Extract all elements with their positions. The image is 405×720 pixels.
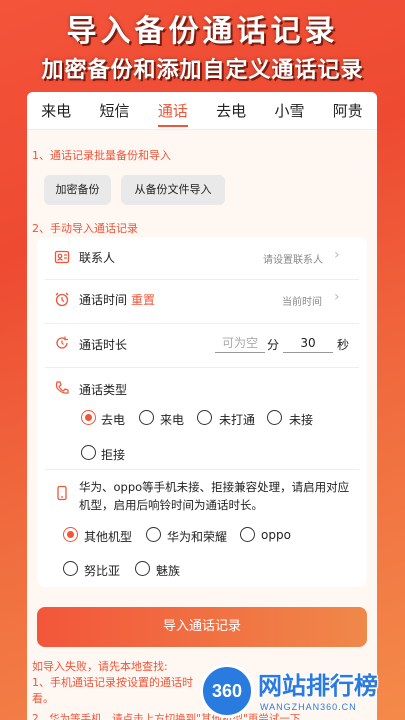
compat-note: 华为、oppo等手机未接、拒接兼容处理，请启用对应机型，启用后响铃时间为通话时长… — [79, 480, 350, 512]
tab-incoming[interactable]: 来电 — [27, 92, 85, 129]
tab-calls[interactable]: 通话 — [144, 92, 202, 129]
note-line-1: 1、手机通话记录按设置的通话时 — [32, 676, 193, 689]
tab-bar: 来电 短信 通话 去电 小雪 阿贵 — [27, 92, 377, 130]
watermark-badge: 360 — [200, 664, 254, 718]
site-watermark: 360 网站排行榜 WANGZHAN360.CN — [200, 660, 405, 720]
contact-hint: 请设置联系人 — [263, 255, 323, 266]
radio-model-oppo-label: oppo — [261, 528, 291, 542]
radio-model-other[interactable] — [63, 527, 78, 542]
contact-card-icon — [54, 250, 70, 264]
phone-icon — [55, 381, 69, 394]
radio-model-huawei-label: 华为和荣耀 — [167, 530, 228, 544]
divider — [45, 367, 359, 368]
radio-incoming[interactable] — [139, 410, 154, 425]
contact-label: 联系人 — [79, 251, 116, 265]
seconds-unit: 秒 — [337, 338, 350, 352]
alarm-clock-icon — [55, 292, 69, 307]
main-card: 来电 短信 通话 去电 小雪 阿贵 1、通话记录批量备份和导入 加密备份 从备份… — [27, 92, 377, 720]
call-time-row[interactable]: 通话时间 重置 当前时间 › — [37, 280, 367, 320]
tab-agui[interactable]: 阿贵 — [319, 92, 377, 129]
contact-chevron-right-icon: › — [334, 247, 340, 263]
time-reset-link[interactable]: 重置 — [131, 291, 155, 308]
section2-title: 2、手动导入通话记录 — [32, 222, 138, 235]
tab-xiaoxue[interactable]: 小雪 — [260, 92, 318, 129]
import-from-file-button[interactable]: 从备份文件导入 — [121, 175, 225, 205]
radio-model-meizu-label: 魅族 — [156, 564, 181, 578]
mobile-phone-icon — [57, 485, 67, 501]
manual-import-panel: 联系人 请设置联系人 › 通话时间 重置 当前时间 › 通话时长 可为空 分 3… — [37, 237, 367, 587]
import-calls-button[interactable]: 导入通话记录 — [37, 607, 367, 647]
radio-outgoing[interactable] — [81, 410, 96, 425]
watermark-url: WANGZHAN360.CN — [260, 702, 357, 712]
duration-row: 通话时长 可为空 分 30 秒 — [37, 324, 367, 364]
minutes-input[interactable]: 可为空 — [215, 333, 265, 353]
radio-model-nubia[interactable] — [63, 561, 78, 576]
tab-outgoing[interactable]: 去电 — [202, 92, 260, 129]
radio-model-oppo[interactable] — [240, 527, 255, 542]
call-type-label: 通话类型 — [79, 383, 128, 397]
radio-model-nubia-label: 努比亚 — [84, 564, 121, 578]
watermark-name: 网站排行榜 — [258, 672, 378, 700]
encrypt-backup-button[interactable]: 加密备份 — [44, 175, 111, 205]
time-hint: 当前时间 — [282, 297, 322, 308]
time-chevron-right-icon: › — [334, 289, 340, 305]
seconds-input[interactable]: 30 — [283, 333, 333, 353]
radio-missed[interactable] — [267, 410, 282, 425]
radio-rejected[interactable] — [81, 445, 96, 460]
refresh-clock-icon — [56, 336, 68, 349]
divider — [45, 469, 359, 470]
minutes-unit: 分 — [267, 338, 280, 352]
radio-missed-label: 未接 — [289, 413, 314, 427]
call-time-label: 通话时间 — [79, 293, 128, 307]
radio-outgoing-label: 去电 — [101, 413, 126, 427]
radio-rejected-label: 拒接 — [101, 448, 126, 462]
banner-title: 导入备份通话记录 — [66, 14, 339, 49]
banner-subtitle: 加密备份和添加自定义通话记录 — [41, 57, 364, 83]
promo-banner: 导入备份通话记录 加密备份和添加自定义通话记录 — [0, 0, 405, 92]
contact-row[interactable]: 联系人 请设置联系人 › — [37, 237, 367, 277]
tab-sms[interactable]: 短信 — [85, 92, 143, 129]
radio-model-huawei[interactable] — [146, 527, 161, 542]
radio-incoming-label: 来电 — [160, 413, 185, 427]
radio-model-other-label: 其他机型 — [84, 530, 133, 544]
radio-not-connected[interactable] — [197, 410, 212, 425]
radio-model-meizu[interactable] — [135, 561, 150, 576]
duration-label: 通话时长 — [79, 338, 128, 352]
section1-title: 1、通话记录批量备份和导入 — [32, 149, 171, 162]
radio-not-connected-label: 未打通 — [219, 413, 256, 427]
